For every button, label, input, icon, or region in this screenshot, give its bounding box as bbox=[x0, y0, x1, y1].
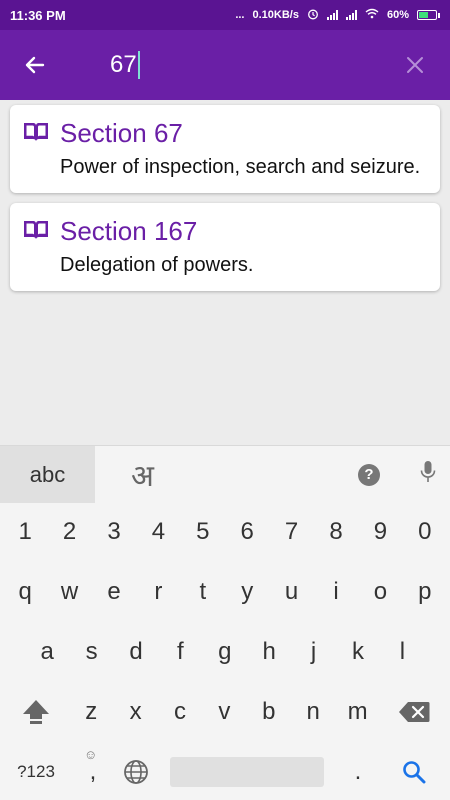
key-t[interactable]: t bbox=[181, 563, 225, 621]
key-n[interactable]: n bbox=[291, 683, 335, 741]
backspace-icon bbox=[399, 702, 430, 722]
status-time: 11:36 PM bbox=[10, 7, 66, 23]
battery-icon bbox=[417, 10, 440, 20]
key-p[interactable]: p bbox=[403, 563, 447, 621]
tab-hindi[interactable]: अ bbox=[95, 446, 190, 503]
soft-keyboard: abc अ ? 1234567890 qwertyuiop asdfghjkl … bbox=[0, 445, 450, 800]
result-title: Section 67 bbox=[60, 118, 183, 148]
signal-icon-1 bbox=[326, 10, 338, 20]
key-r[interactable]: r bbox=[136, 563, 180, 621]
search-key[interactable] bbox=[392, 743, 436, 800]
key-f[interactable]: f bbox=[158, 623, 202, 681]
wifi-icon bbox=[365, 8, 379, 22]
shift-key[interactable] bbox=[14, 683, 58, 741]
key-row-middle: asdfghjkl bbox=[0, 623, 450, 681]
backspace-key[interactable] bbox=[392, 683, 436, 741]
language-key[interactable] bbox=[116, 743, 156, 800]
result-title: Section 167 bbox=[60, 216, 198, 246]
key-1[interactable]: 1 bbox=[3, 503, 47, 561]
search-toolbar: 67 bbox=[0, 30, 450, 100]
key-v[interactable]: v bbox=[202, 683, 246, 741]
help-icon[interactable]: ? bbox=[358, 463, 380, 486]
network-speed: 0.10KB/s bbox=[252, 9, 299, 21]
key-l[interactable]: l bbox=[380, 623, 424, 681]
text-caret bbox=[137, 51, 140, 79]
result-card[interactable]: Section 67 Power of inspection, search a… bbox=[10, 105, 440, 193]
key-w[interactable]: w bbox=[47, 563, 91, 621]
search-results: Section 67 Power of inspection, search a… bbox=[10, 105, 440, 301]
key-7[interactable]: 7 bbox=[269, 503, 313, 561]
book-icon bbox=[24, 221, 48, 239]
key-e[interactable]: e bbox=[92, 563, 136, 621]
result-description: Power of inspection, search and seizure. bbox=[60, 156, 421, 178]
result-description: Delegation of powers. bbox=[60, 254, 254, 276]
status-bar: 11:36 PM ... 0.10KB/s 60% bbox=[0, 0, 450, 30]
arrow-left-icon bbox=[25, 56, 45, 74]
status-icons: ... 0.10KB/s 60% bbox=[235, 8, 440, 23]
key-6[interactable]: 6 bbox=[225, 503, 269, 561]
alarm-icon bbox=[307, 8, 319, 23]
key-0[interactable]: 0 bbox=[403, 503, 447, 561]
key-o[interactable]: o bbox=[358, 563, 402, 621]
key-z[interactable]: z bbox=[69, 683, 113, 741]
space-key[interactable] bbox=[170, 757, 324, 787]
key-s[interactable]: s bbox=[69, 623, 113, 681]
emoji-hint-icon: ☺ bbox=[84, 747, 98, 762]
battery-level-fill bbox=[419, 12, 428, 18]
mic-icon[interactable] bbox=[420, 460, 436, 489]
search-input[interactable]: 67 bbox=[70, 30, 380, 100]
book-icon bbox=[24, 123, 48, 141]
key-row-numbers: 1234567890 bbox=[0, 503, 450, 561]
key-u[interactable]: u bbox=[269, 563, 313, 621]
key-5[interactable]: 5 bbox=[181, 503, 225, 561]
comma-label: , bbox=[89, 758, 97, 785]
key-row-top: qwertyuiop bbox=[0, 563, 450, 621]
comma-key[interactable]: , ☺ bbox=[74, 743, 112, 800]
key-2[interactable]: 2 bbox=[47, 503, 91, 561]
battery-percent: 60% bbox=[386, 9, 409, 21]
key-k[interactable]: k bbox=[336, 623, 380, 681]
key-a[interactable]: a bbox=[25, 623, 69, 681]
search-query: 67 bbox=[110, 51, 137, 78]
key-9[interactable]: 9 bbox=[358, 503, 402, 561]
key-8[interactable]: 8 bbox=[314, 503, 358, 561]
key-b[interactable]: b bbox=[247, 683, 291, 741]
key-i[interactable]: i bbox=[314, 563, 358, 621]
back-button[interactable] bbox=[0, 30, 70, 100]
key-3[interactable]: 3 bbox=[92, 503, 136, 561]
signal-icon-2 bbox=[345, 10, 357, 20]
symbols-key[interactable]: ?123 bbox=[8, 743, 64, 800]
key-g[interactable]: g bbox=[203, 623, 247, 681]
keyboard-language-bar: abc अ ? bbox=[0, 446, 450, 503]
key-row-bottom: zxcvbnm bbox=[0, 683, 450, 741]
period-key[interactable]: . bbox=[340, 743, 376, 800]
key-x[interactable]: x bbox=[113, 683, 157, 741]
key-y[interactable]: y bbox=[225, 563, 269, 621]
key-q[interactable]: q bbox=[3, 563, 47, 621]
search-icon bbox=[403, 761, 426, 784]
result-card[interactable]: Section 167 Delegation of powers. bbox=[10, 203, 440, 291]
key-j[interactable]: j bbox=[291, 623, 335, 681]
key-m[interactable]: m bbox=[335, 683, 379, 741]
close-icon bbox=[407, 57, 423, 73]
globe-icon bbox=[124, 760, 148, 784]
clear-search-button[interactable] bbox=[380, 30, 450, 100]
shift-icon bbox=[23, 700, 49, 724]
key-h[interactable]: h bbox=[247, 623, 291, 681]
key-4[interactable]: 4 bbox=[136, 503, 180, 561]
status-dots: ... bbox=[235, 9, 245, 21]
key-c[interactable]: c bbox=[158, 683, 202, 741]
key-d[interactable]: d bbox=[114, 623, 158, 681]
key-row-function: ?123 , ☺ . bbox=[0, 743, 450, 800]
tab-abc[interactable]: abc bbox=[0, 446, 95, 503]
